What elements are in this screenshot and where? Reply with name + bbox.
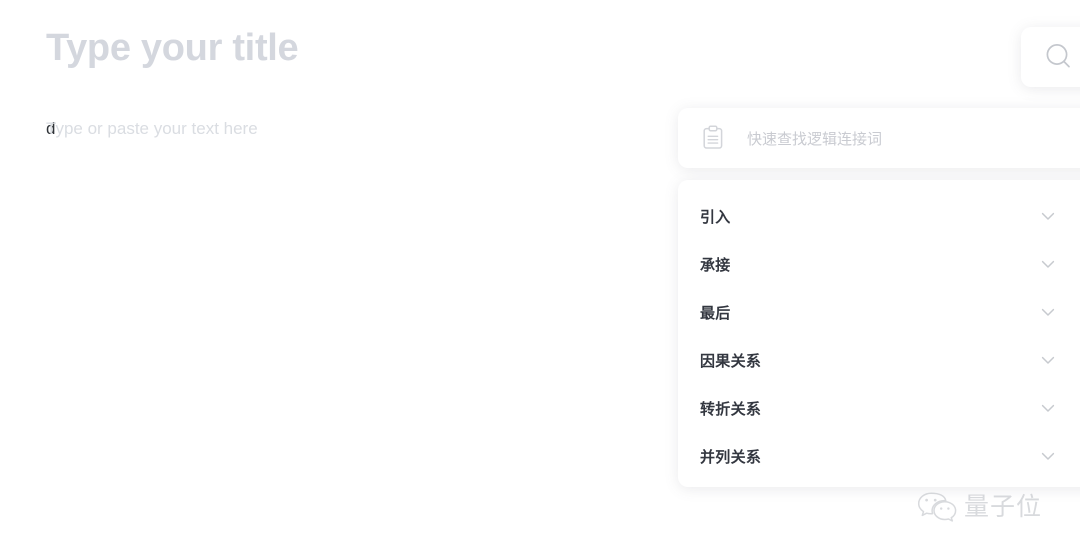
document-body-text: d — [46, 119, 56, 138]
logic-connector-panel: 快速查找逻辑连接词 引入 承接 最后 因果关系 转折关系 并列关系 — [678, 108, 1080, 488]
chevron-down-icon[interactable] — [1040, 352, 1056, 368]
connector-category-row[interactable]: 因果关系 — [678, 336, 1080, 384]
connector-category-list: 引入 承接 最后 因果关系 转折关系 并列关系 — [678, 180, 1080, 487]
chevron-down-icon[interactable] — [1040, 208, 1056, 224]
connector-category-row[interactable]: 承接 — [678, 240, 1080, 288]
document-title-placeholder[interactable]: Type your title — [46, 26, 299, 72]
chevron-down-icon[interactable] — [1040, 256, 1056, 272]
watermark: 量子位 — [916, 490, 1042, 524]
chevron-down-icon[interactable] — [1040, 448, 1056, 464]
connector-category-row[interactable]: 并列关系 — [678, 432, 1080, 480]
connector-category-label: 承接 — [700, 256, 731, 274]
document-body-placeholder: Type or paste your text here — [46, 119, 258, 138]
clipboard-icon — [700, 125, 726, 151]
connector-category-label: 引入 — [700, 208, 731, 226]
connector-category-label: 最后 — [700, 304, 731, 322]
connector-category-label: 因果关系 — [700, 352, 762, 370]
chevron-down-icon[interactable] — [1040, 304, 1056, 320]
watermark-label: 量子位 — [964, 492, 1043, 521]
connector-category-row[interactable]: 引入 — [678, 192, 1080, 240]
connector-category-label: 转折关系 — [700, 400, 762, 418]
connector-search-placeholder: 快速查找逻辑连接词 — [747, 130, 883, 148]
connector-category-row[interactable]: 最后 — [678, 288, 1080, 336]
connector-category-label: 并列关系 — [700, 448, 762, 466]
search-icon — [1042, 40, 1076, 74]
wechat-icon — [916, 490, 958, 524]
search-toggle-button[interactable] — [1021, 27, 1080, 87]
connector-search-field[interactable]: 快速查找逻辑连接词 — [678, 108, 1080, 168]
document-body-input[interactable]: Type or paste your text here d — [46, 114, 258, 144]
connector-category-row[interactable]: 转折关系 — [678, 384, 1080, 432]
chevron-down-icon[interactable] — [1040, 400, 1056, 416]
